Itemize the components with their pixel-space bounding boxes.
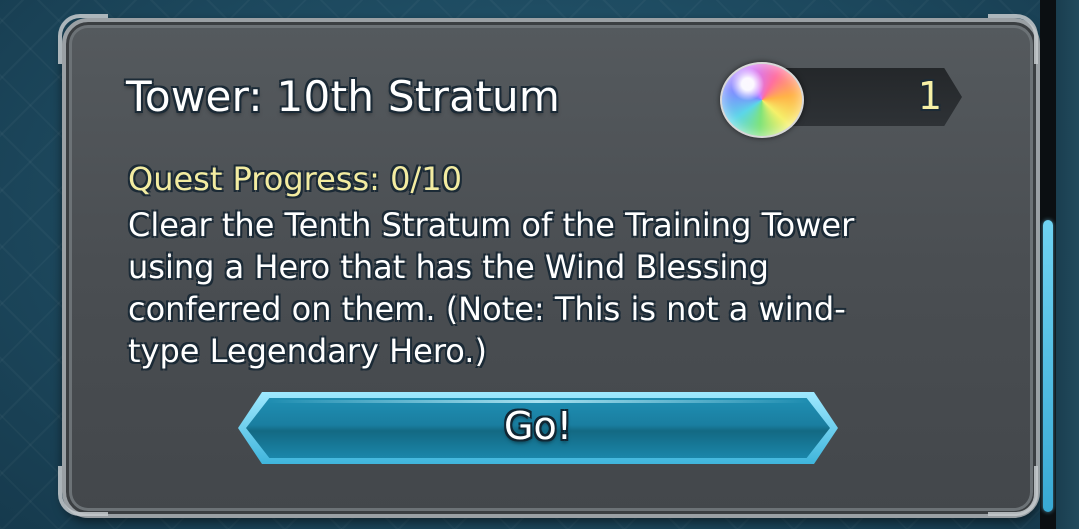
panel-corner-ornament: [58, 14, 108, 64]
quest-description: Clear the Tenth Stratum of the Training …: [128, 204, 928, 372]
quest-title: Tower: 10th Stratum: [126, 72, 561, 121]
go-button[interactable]: Go!: [238, 392, 838, 464]
quest-screen: Tower: 10th Stratum 1 Quest Progress: 0/…: [0, 0, 1079, 529]
quest-progress: Quest Progress: 0/10: [128, 160, 462, 198]
panel-corner-ornament: [988, 466, 1038, 516]
description-line: type Legendary Hero.): [128, 332, 487, 370]
panel-corner-ornament: [58, 466, 108, 516]
reward-count: 1: [917, 74, 942, 118]
description-line: conferred on them. (Note: This is not a …: [128, 290, 846, 328]
scrollbar-thumb[interactable]: [1043, 220, 1053, 512]
panel-corner-ornament: [988, 14, 1038, 64]
go-button-glint: [268, 400, 808, 403]
go-button-label: Go!: [504, 404, 572, 448]
background-edge: [1056, 0, 1079, 529]
orb-icon: [720, 62, 804, 138]
description-line: using a Hero that has the Wind Blessing: [128, 248, 769, 286]
reward-display: 1: [712, 62, 964, 138]
description-line: Clear the Tenth Stratum of the Training …: [128, 206, 855, 244]
